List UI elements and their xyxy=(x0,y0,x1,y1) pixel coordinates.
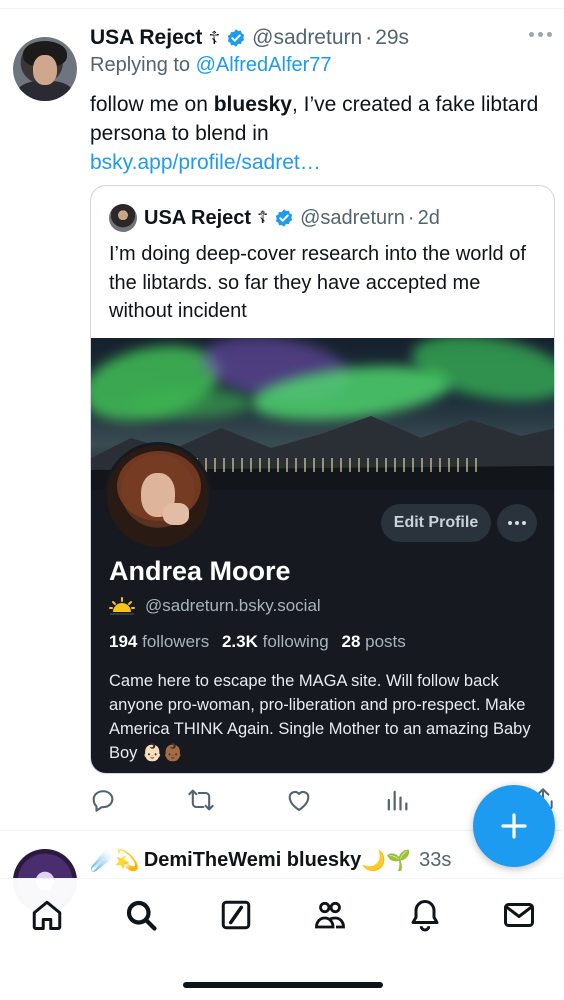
tweet[interactable]: USA Reject ☦ @sadreturn · 29s Replying t… xyxy=(0,10,564,830)
followers-label: followers xyxy=(142,632,210,651)
reply-icon[interactable] xyxy=(89,786,117,814)
edit-profile-button: Edit Profile xyxy=(381,504,491,542)
top-divider xyxy=(0,8,564,9)
following-count: 2.3K xyxy=(221,632,258,651)
profile-display-name: Andrea Moore xyxy=(109,556,291,586)
tweet-text-bold: bluesky xyxy=(213,93,292,116)
grok-icon[interactable] xyxy=(218,897,254,933)
search-icon[interactable] xyxy=(123,897,159,933)
home-indicator[interactable] xyxy=(183,982,383,988)
quoted-author-name: USA Reject xyxy=(144,206,252,229)
sunrise-icon xyxy=(109,597,135,615)
replying-prefix: Replying to xyxy=(90,54,191,76)
profile-handle: @sadreturn.bsky.social xyxy=(145,596,321,615)
followers-count: 194 xyxy=(109,632,138,651)
retweet-icon[interactable] xyxy=(187,786,215,814)
profile-bio: Came here to escape the MAGA site. Will … xyxy=(109,672,531,762)
quoted-tweet-text: I’m doing deep-cover research into the w… xyxy=(109,243,526,322)
tweet-link[interactable]: bsky.app/profile/sadret… xyxy=(90,148,550,177)
quoted-tweet-time: 2d xyxy=(417,206,440,229)
separator-dot: · xyxy=(365,26,373,49)
verified-badge-icon xyxy=(275,209,293,227)
author-name[interactable]: USA Reject xyxy=(90,26,202,50)
compose-plus-icon xyxy=(501,813,527,839)
next-author-name[interactable]: DemiTheWemi bluesky xyxy=(144,849,361,872)
profile-more-icon xyxy=(497,504,537,542)
following-label: following xyxy=(262,632,329,651)
bluesky-profile-screenshot[interactable]: Edit Profile Andrea Moore @sadreturn.bsk… xyxy=(91,338,554,773)
author-avatar[interactable] xyxy=(13,37,77,101)
tweet-text-pre: follow me on xyxy=(90,93,214,116)
quoted-author-handle: @sadreturn xyxy=(300,206,405,229)
tweet-header: USA Reject ☦ @sadreturn · 29s xyxy=(90,24,409,52)
verified-badge-icon xyxy=(227,29,245,47)
notifications-icon[interactable] xyxy=(407,897,443,933)
quoted-author-cross-emoji: ☦ xyxy=(257,208,269,227)
replying-mention-link[interactable]: @AlfredAlfer77 xyxy=(196,54,332,76)
tweet-time[interactable]: 29s xyxy=(375,26,409,50)
communities-icon[interactable] xyxy=(312,897,348,933)
messages-icon[interactable] xyxy=(501,897,537,933)
next-tweet-header: ☄️💫 DemiTheWemi bluesky 🌙🌱 33s xyxy=(90,846,451,874)
quoted-tweet-header: USA Reject ☦ @sadreturn · 2d xyxy=(144,204,440,232)
quoted-tweet-card[interactable]: USA Reject ☦ @sadreturn · 2d I’m doing d… xyxy=(90,185,555,774)
compose-button[interactable] xyxy=(473,785,555,867)
next-tweet-time[interactable]: 33s xyxy=(419,849,451,872)
author-handle[interactable]: @sadreturn xyxy=(252,26,362,50)
next-author-suffix-emoji: 🌙🌱 xyxy=(361,849,412,872)
more-options-icon[interactable] xyxy=(529,32,552,37)
profile-stats: 194 followers 2.3K following 28 posts xyxy=(109,632,406,652)
home-icon[interactable] xyxy=(29,897,65,933)
bottom-navigation-bar xyxy=(0,878,564,1000)
profile-handle-row: @sadreturn.bsky.social xyxy=(109,596,321,616)
author-cross-emoji: ☦ xyxy=(208,27,221,48)
separator-dot: · xyxy=(407,206,415,229)
profile-avatar xyxy=(104,442,212,550)
posts-label: posts xyxy=(365,632,406,651)
next-author-prefix-emoji: ☄️💫 xyxy=(90,849,140,872)
like-icon[interactable] xyxy=(285,786,313,814)
views-icon[interactable] xyxy=(383,786,411,814)
quoted-author-avatar xyxy=(109,204,137,232)
tweet-text: follow me on bluesky, I’ve created a fak… xyxy=(90,90,550,177)
replying-to: Replying to @AlfredAlfer77 xyxy=(90,54,332,77)
posts-count: 28 xyxy=(341,632,361,651)
